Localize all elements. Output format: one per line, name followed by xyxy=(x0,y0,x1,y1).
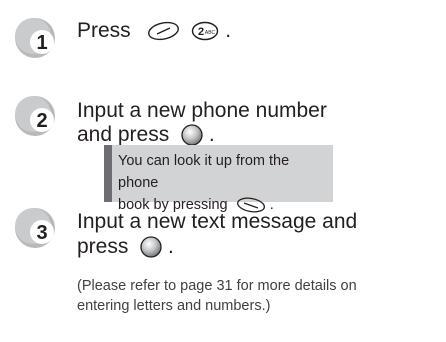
step-1-badge: 1 xyxy=(14,16,60,62)
step-2-and-press-label: and press xyxy=(77,123,170,146)
step-2-line-1: Input a new phone number xyxy=(77,99,327,122)
step-3-number: 3 xyxy=(36,222,47,244)
tip-box-accent-bar xyxy=(104,145,112,202)
tip-line-1: You can look it up from the phone xyxy=(118,153,290,191)
step-2-badge: 2 xyxy=(14,94,60,140)
step-1-period: . xyxy=(225,19,232,42)
ok-button-icon xyxy=(140,236,162,259)
step-2-number: 2 xyxy=(36,110,47,132)
step-1-press-label: Press xyxy=(77,19,131,42)
footnote-line-2: entering letters and numbers.) xyxy=(77,298,271,314)
step-2-period: . xyxy=(208,123,215,146)
ok-button-icon xyxy=(181,124,203,147)
step-3-line-2: press . xyxy=(77,234,174,260)
step-1-number: 1 xyxy=(36,32,47,54)
step-1-text: Press 2 ABC . xyxy=(77,18,231,44)
number-2-key-icon: 2 ABC xyxy=(191,21,219,41)
svg-text:ABC: ABC xyxy=(205,30,216,36)
step-3-period: . xyxy=(168,235,174,258)
footnote: (Please refer to page 31 for more detail… xyxy=(77,276,437,316)
tip-text: You can look it up from the phone book b… xyxy=(118,150,333,216)
step-3-line-1: Input a new text message and xyxy=(77,210,358,233)
footnote-line-1: (Please refer to page 31 for more detail… xyxy=(77,278,357,294)
step-3-press-label: press xyxy=(77,235,129,258)
menu-key-icon xyxy=(147,21,180,41)
step-3-badge: 3 xyxy=(14,206,60,252)
svg-text:2: 2 xyxy=(198,26,204,38)
